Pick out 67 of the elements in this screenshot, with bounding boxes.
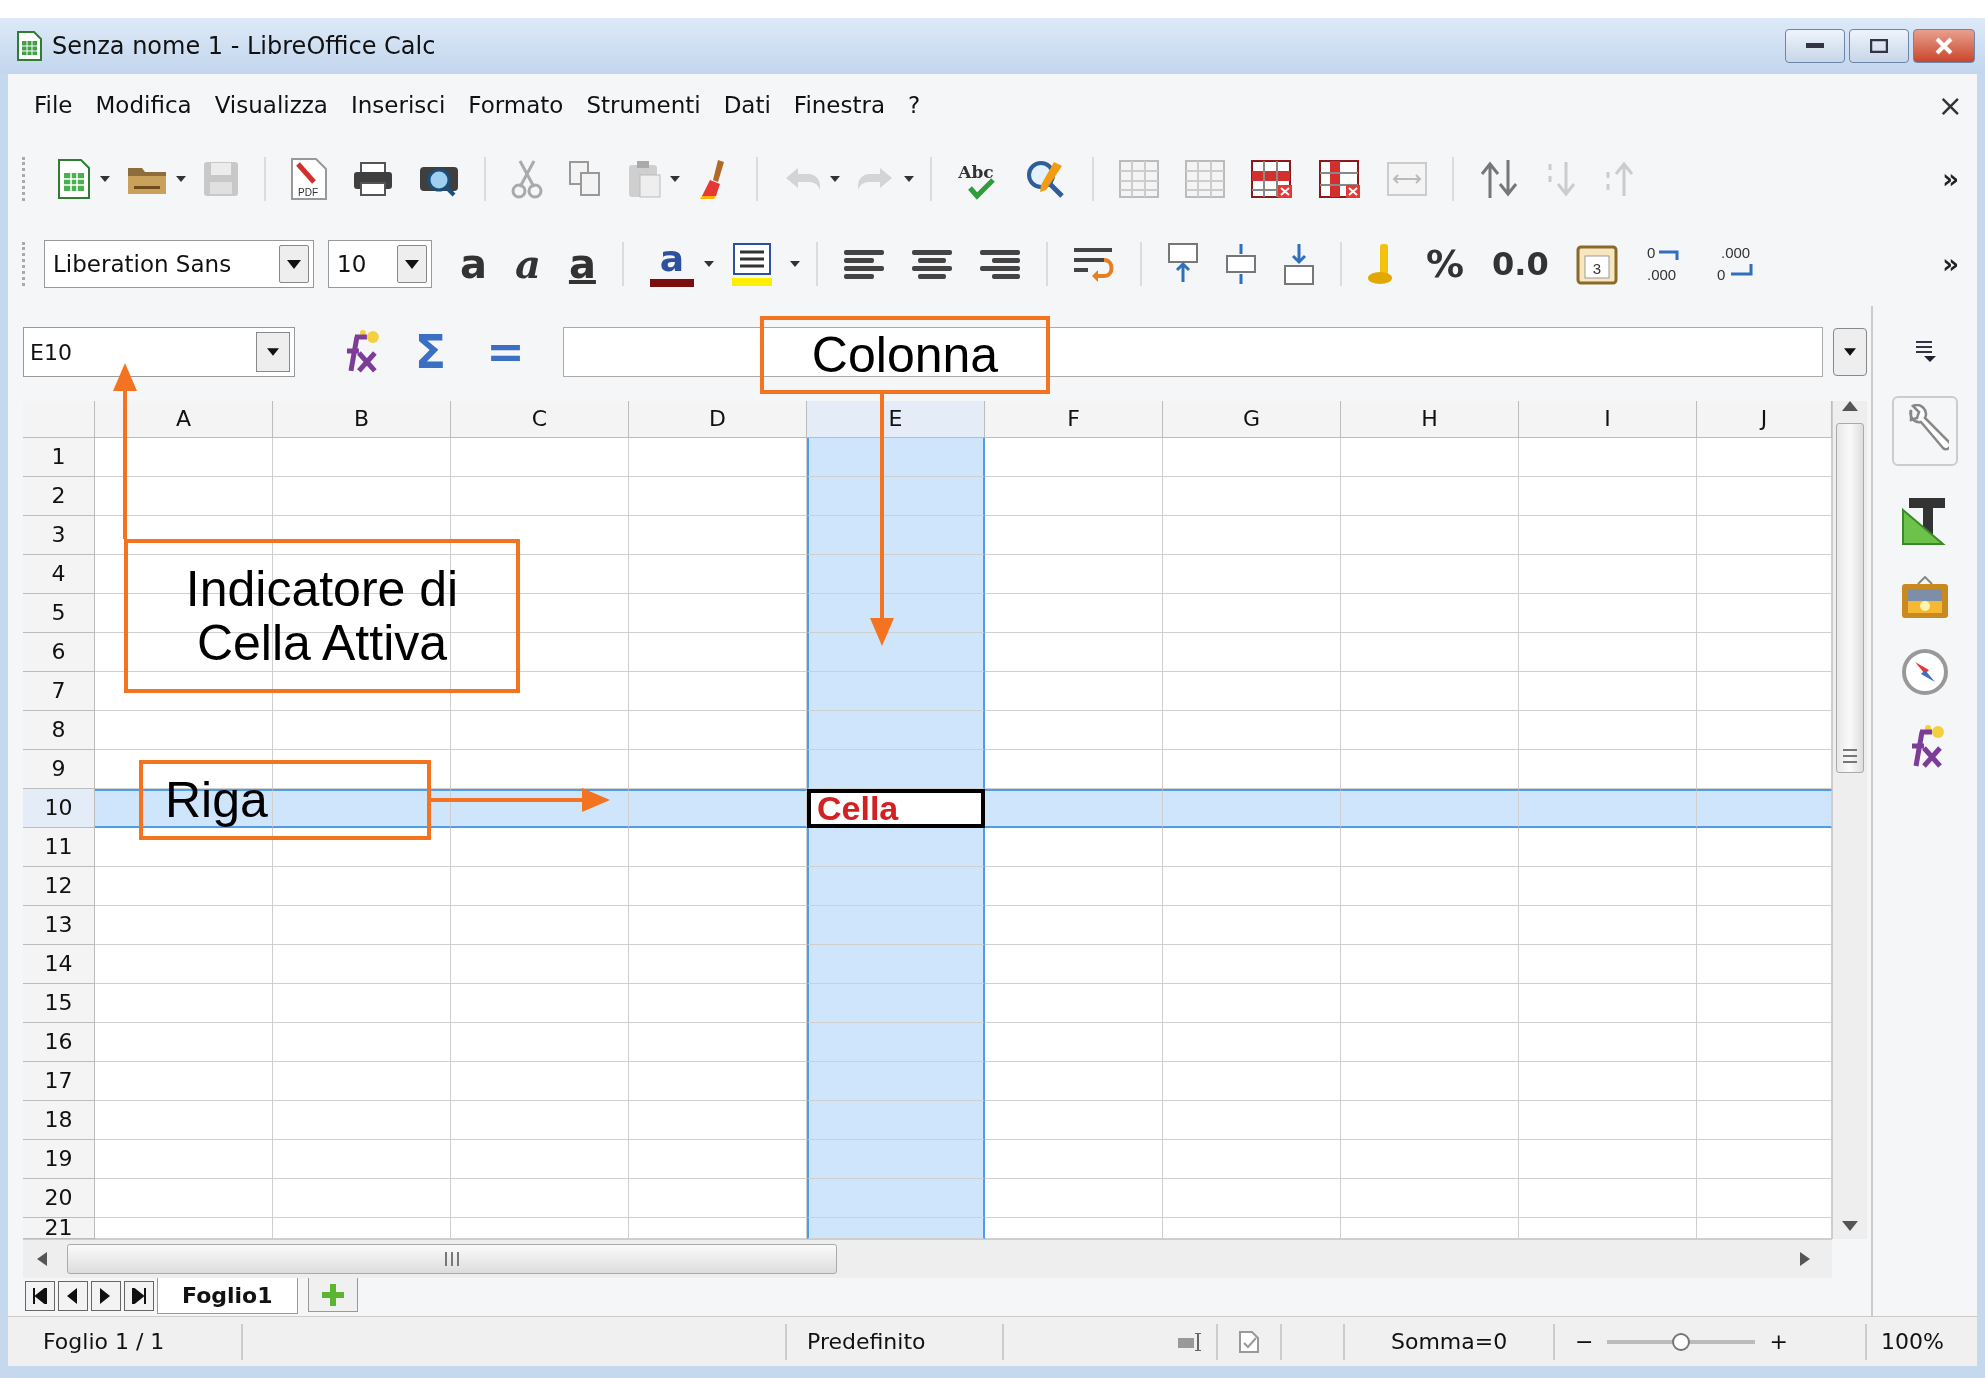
menu-item[interactable]: Strumenti xyxy=(586,92,701,118)
column-header[interactable]: E xyxy=(807,400,985,438)
name-box-field[interactable]: E10 xyxy=(23,327,295,378)
menu-item[interactable]: Modifica xyxy=(95,92,192,118)
column-header[interactable]: C xyxy=(451,400,629,438)
zoom-out-button[interactable]: − xyxy=(1575,1329,1594,1354)
row-header[interactable]: 14 xyxy=(23,944,95,984)
pdf-icon[interactable]: PDF xyxy=(290,158,328,200)
menu-item[interactable]: File xyxy=(34,92,73,118)
zoom-in-button[interactable]: + xyxy=(1769,1329,1788,1354)
row-header[interactable]: 7 xyxy=(23,671,95,711)
menu-item[interactable]: Finestra xyxy=(793,92,886,118)
menu-item[interactable]: Formato xyxy=(468,92,564,118)
row-header[interactable]: 21 xyxy=(23,1217,95,1239)
menu-item[interactable]: ? xyxy=(908,92,921,118)
column-header[interactable]: G xyxy=(1163,400,1341,438)
font-name-field[interactable]: Liberation Sans xyxy=(44,240,314,288)
row-header[interactable]: 19 xyxy=(23,1139,95,1179)
row-header[interactable]: 13 xyxy=(23,905,95,945)
sheet-tab[interactable]: Foglio1 xyxy=(157,1278,298,1315)
font-color-button[interactable]: a xyxy=(649,241,694,287)
sum-label: Somma=0 xyxy=(1391,1329,1508,1354)
column-header[interactable]: A xyxy=(95,400,273,438)
row-header[interactable]: 8 xyxy=(23,710,95,750)
row-header[interactable]: 2 xyxy=(23,476,95,516)
menu-item[interactable]: Dati xyxy=(723,92,771,118)
page-style-label: Predefinito xyxy=(807,1329,926,1354)
font-size-field[interactable]: 10 xyxy=(328,240,432,288)
row-header[interactable]: 4 xyxy=(23,554,95,594)
more-tools-button[interactable]: » xyxy=(1942,249,1959,279)
percent-format-button[interactable]: % xyxy=(1425,242,1464,286)
column-header[interactable]: B xyxy=(273,400,451,438)
row-header[interactable]: 9 xyxy=(23,749,95,789)
row-header[interactable]: 17 xyxy=(23,1061,95,1101)
number-format-button[interactable]: 0.0 xyxy=(1492,245,1549,283)
zoom-percent-label: 100% xyxy=(1880,1329,1944,1354)
row-header[interactable]: 18 xyxy=(23,1100,95,1140)
column-header[interactable]: I xyxy=(1519,400,1697,438)
column-header[interactable]: F xyxy=(985,400,1163,438)
callout-tooltip: Colonna xyxy=(760,316,1050,394)
sheet-indicator: Foglio 1 / 1 xyxy=(43,1329,165,1354)
column-header[interactable]: J xyxy=(1697,400,1832,438)
callout-tooltip: Riga xyxy=(139,760,431,840)
row-header[interactable]: 15 xyxy=(23,983,95,1023)
row-header[interactable]: 1 xyxy=(23,437,95,477)
bold-button[interactable]: a xyxy=(460,244,487,284)
row-header[interactable]: 11 xyxy=(23,827,95,867)
window-title: Senza nome 1 - LibreOffice Calc xyxy=(52,32,437,60)
sum-button[interactable]: Σ xyxy=(414,329,447,376)
menu-item[interactable]: Inserisci xyxy=(350,92,446,118)
column-header[interactable]: H xyxy=(1341,400,1519,438)
row-header[interactable]: 12 xyxy=(23,866,95,906)
equals-button[interactable]: = xyxy=(486,329,525,376)
active-cell[interactable]: Cella xyxy=(807,788,985,828)
more-tools-button[interactable]: » xyxy=(1942,164,1959,194)
column-header[interactable]: D xyxy=(629,400,807,438)
row-header[interactable]: 5 xyxy=(23,593,95,633)
row-header[interactable]: 6 xyxy=(23,632,95,672)
row-header[interactable]: 16 xyxy=(23,1022,95,1062)
menu-item[interactable]: Visualizza xyxy=(214,92,328,118)
callout-tooltip: Indicatore di Cella Attiva xyxy=(124,539,520,693)
close-document-button[interactable]: × xyxy=(1937,87,1963,123)
row-header[interactable]: 3 xyxy=(23,515,95,555)
underline-button[interactable]: a xyxy=(568,244,596,284)
row-header[interactable]: 10 xyxy=(23,788,95,828)
row-header[interactable]: 20 xyxy=(23,1178,95,1218)
italic-button[interactable]: a xyxy=(515,244,541,284)
